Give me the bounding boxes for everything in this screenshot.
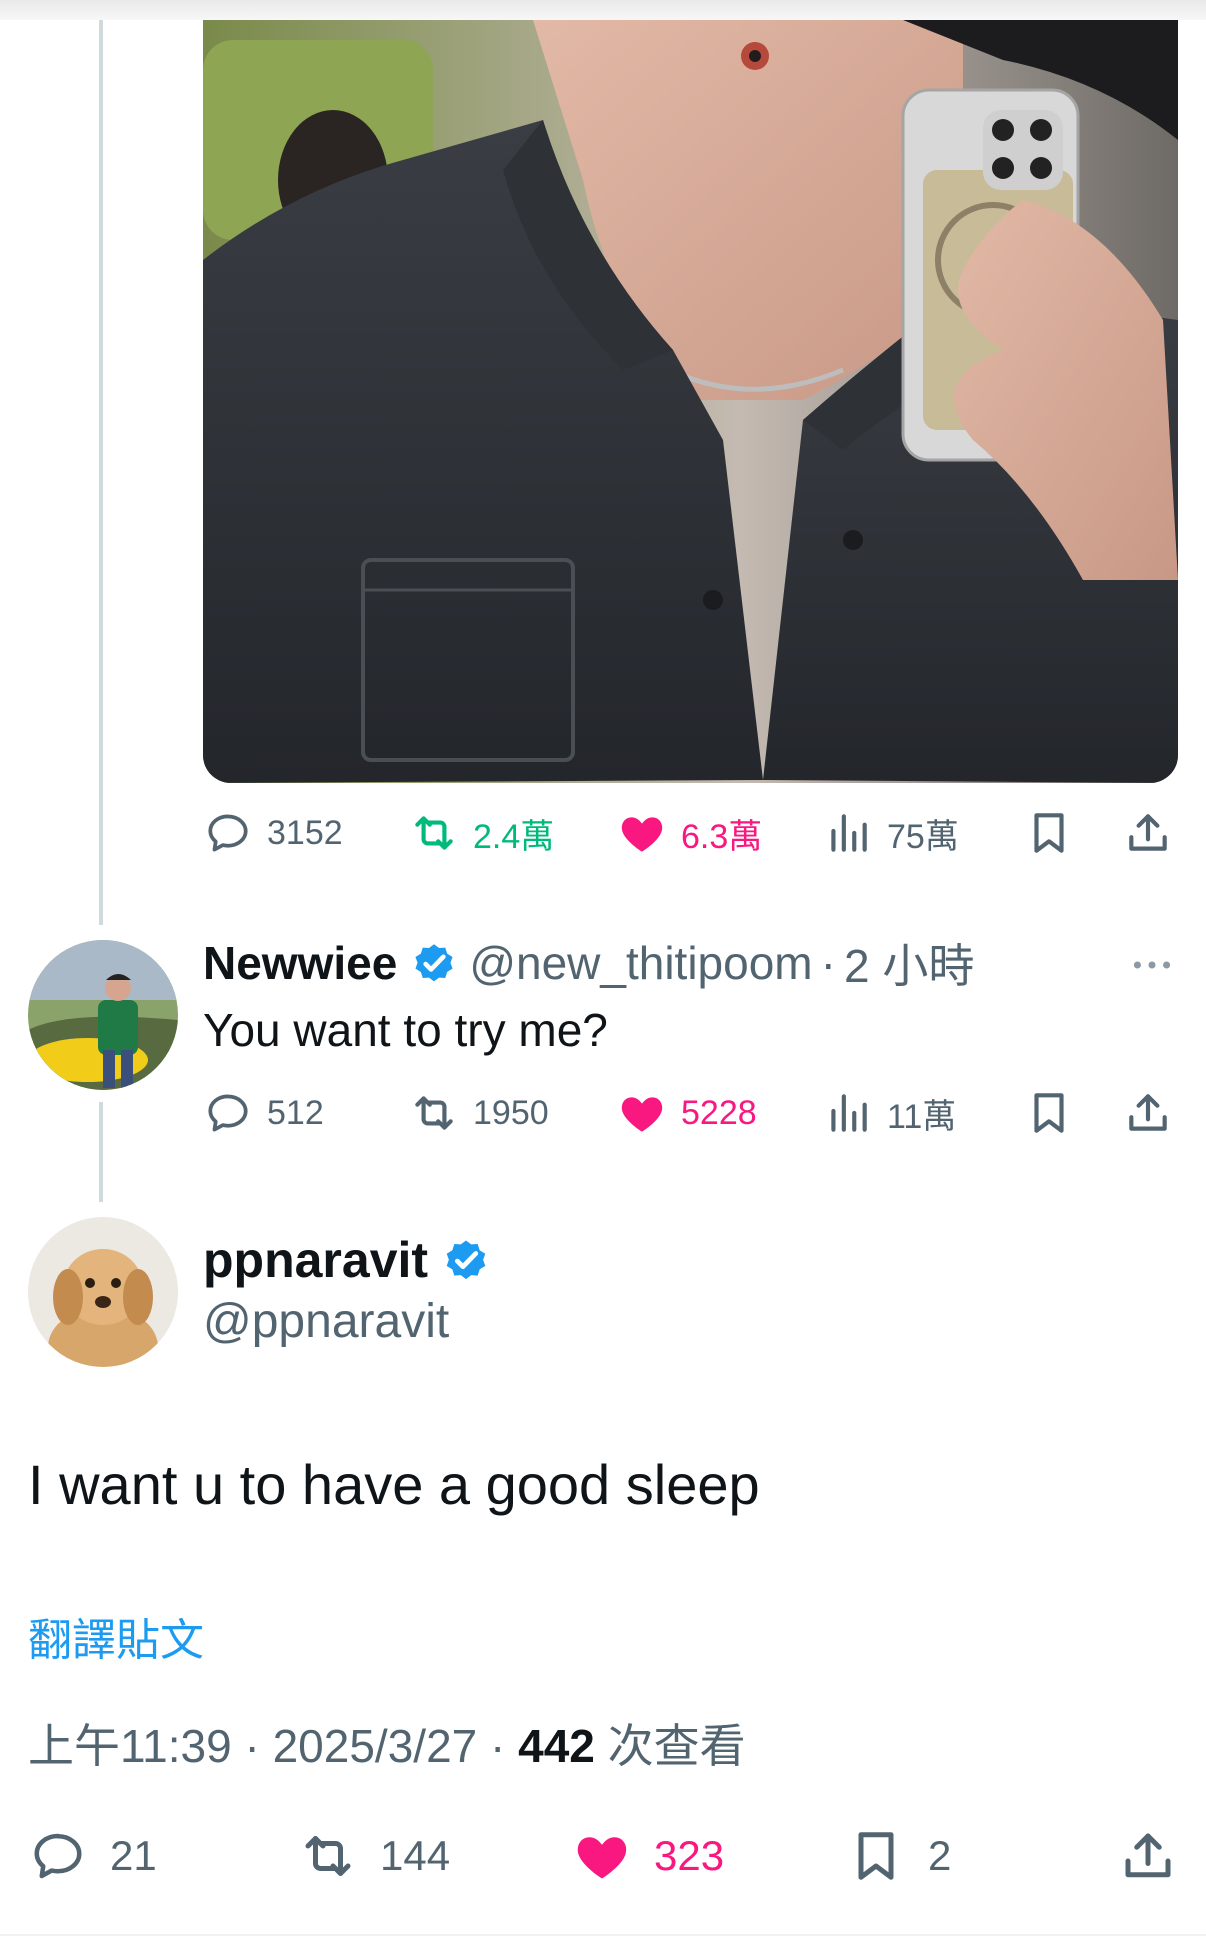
- main-bookmark-count: 2: [928, 1832, 952, 1879]
- like-button[interactable]: 6.3萬: [617, 803, 762, 863]
- verified-icon: [446, 1240, 486, 1280]
- main-tweet-text: I want u to have a good sleep: [28, 1453, 760, 1516]
- reply-button[interactable]: 3152: [203, 803, 343, 863]
- reply-reply-button[interactable]: 512: [203, 1083, 324, 1143]
- verified-icon: [415, 944, 453, 982]
- main-like-button[interactable]: 323: [572, 1820, 724, 1892]
- main-tweet-date[interactable]: 2025/3/27: [273, 1720, 478, 1772]
- repost-icon: [305, 1836, 351, 1876]
- reply-repost-button[interactable]: 1950: [409, 1083, 549, 1143]
- reply-avatar[interactable]: [28, 940, 178, 1090]
- main-display-name[interactable]: ppnaravit: [203, 1231, 428, 1289]
- repost-button[interactable]: 2.4萬: [409, 803, 554, 863]
- views-count: 75萬: [887, 817, 959, 856]
- post-photo[interactable]: [203, 20, 1178, 783]
- reply-repost-count: 1950: [473, 1093, 549, 1132]
- main-reply-button[interactable]: 21: [28, 1820, 157, 1892]
- reply-views-count: 11萬: [887, 1097, 957, 1136]
- reply-header: Newwiee @new_thitipoom · 2 小時: [203, 932, 974, 994]
- main-like-count: 323: [654, 1832, 725, 1879]
- divider: [0, 1934, 1206, 1936]
- reply-display-name[interactable]: Newwiee: [203, 936, 397, 990]
- share-icon: [1129, 814, 1167, 851]
- reply-handle[interactable]: @new_thitipoom: [469, 936, 812, 990]
- main-repost-count: 144: [380, 1832, 451, 1879]
- bookmark-icon: [858, 1832, 894, 1880]
- views-icon: [831, 1094, 867, 1132]
- like-icon: [621, 1097, 663, 1132]
- meta-separator: ·: [490, 1720, 506, 1772]
- main-tweet-time[interactable]: 上午11:39: [28, 1720, 232, 1772]
- views-button[interactable]: 75萬: [823, 803, 959, 863]
- repost-icon: [415, 816, 453, 850]
- main-repost-button[interactable]: 144: [298, 1820, 450, 1892]
- reply-icon: [208, 1094, 248, 1132]
- reply-reply-count: 512: [267, 1093, 324, 1132]
- reply-like-count: 5228: [681, 1093, 757, 1132]
- main-share-button[interactable]: [1118, 1820, 1178, 1892]
- main-tweet-views-label: 次查看: [607, 1720, 746, 1772]
- share-button[interactable]: [1123, 803, 1173, 863]
- reply-icon: [34, 1833, 82, 1879]
- main-handle[interactable]: @ppnaravit: [203, 1294, 449, 1349]
- repost-icon: [415, 1096, 453, 1130]
- reply-text: You want to try me?: [203, 1004, 608, 1056]
- top-fade: [0, 0, 1206, 20]
- main-tweet-meta: 上午11:39 · 2025/3/27 · 442 次查看: [28, 1710, 746, 1776]
- more-icon[interactable]: [1127, 940, 1177, 990]
- main-tweet-header: ppnaravit: [203, 1228, 502, 1292]
- reply-views-button[interactable]: 11萬: [823, 1083, 956, 1143]
- repost-count: 2.4萬: [473, 817, 555, 856]
- reply-share-button[interactable]: [1123, 1083, 1173, 1143]
- like-icon: [621, 817, 663, 852]
- share-icon: [1125, 1833, 1171, 1878]
- main-avatar[interactable]: [28, 1217, 178, 1367]
- thread-line-lower: [99, 1102, 103, 1202]
- main-reply-count: 21: [110, 1832, 157, 1879]
- meta-separator: ·: [244, 1720, 260, 1772]
- reply-count: 3152: [267, 813, 343, 852]
- main-tweet-views-count: 442: [518, 1720, 595, 1772]
- main-bookmark-button[interactable]: 2: [846, 1820, 951, 1892]
- reply-action-bar: 512 1950 5228 11萬: [203, 1083, 1178, 1143]
- tweet-thread-page: 3152 2.4萬 6.3萬 75萬 Newwiee @new_thitipoo…: [0, 0, 1206, 1960]
- bookmark-button[interactable]: [1024, 803, 1074, 863]
- reply-like-button[interactable]: 5228: [617, 1083, 757, 1143]
- bookmark-icon: [1034, 813, 1064, 853]
- reply-time[interactable]: 2 小時: [844, 930, 974, 996]
- bookmark-icon: [1034, 1093, 1064, 1133]
- main-tweet-action-bar: 21 144 323 2: [0, 1820, 1206, 1892]
- share-icon: [1129, 1094, 1167, 1131]
- reply-bookmark-button[interactable]: [1024, 1083, 1074, 1143]
- thread-line-upper: [99, 20, 103, 925]
- reply-separator: ·: [820, 937, 836, 989]
- views-icon: [831, 814, 867, 852]
- previous-post-action-bar: 3152 2.4萬 6.3萬 75萬: [203, 803, 1178, 863]
- like-count: 6.3萬: [681, 817, 763, 856]
- translate-post-link[interactable]: 翻譯貼文: [28, 1604, 204, 1668]
- reply-icon: [208, 814, 248, 852]
- like-icon: [577, 1837, 627, 1879]
